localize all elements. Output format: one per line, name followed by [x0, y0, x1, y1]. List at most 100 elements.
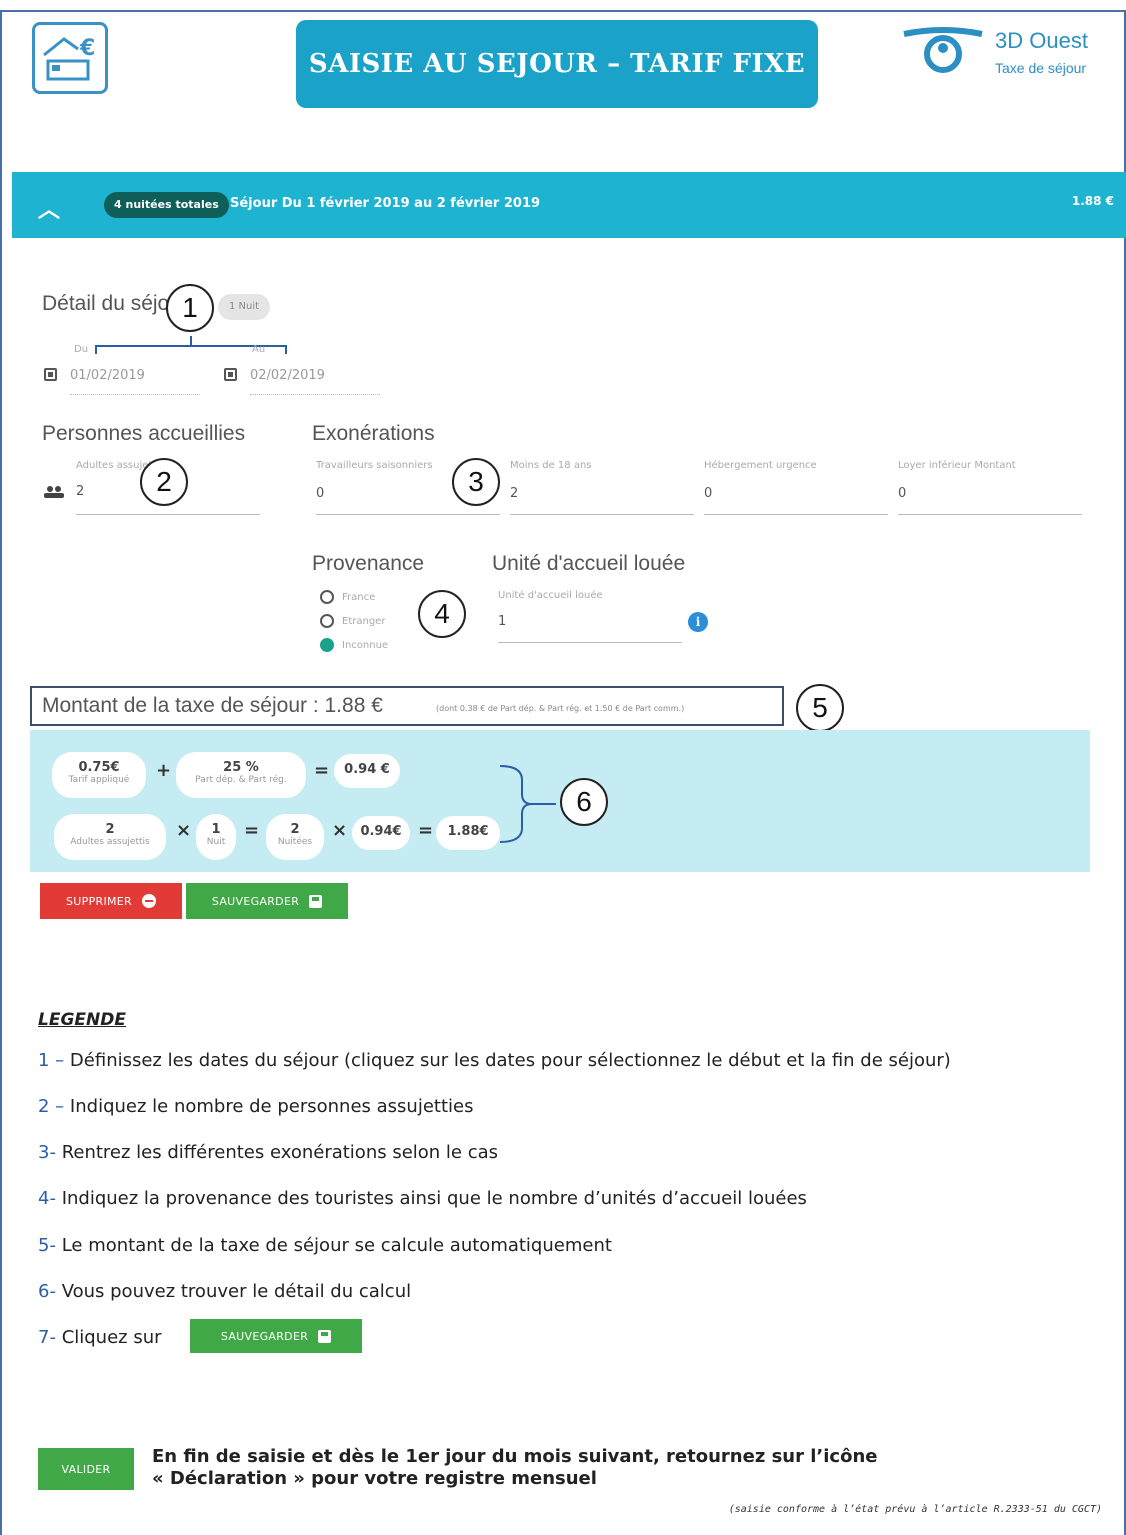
- tax-amount-breakdown: (dont 0.38 € de Part dép. & Part rég. et…: [436, 704, 685, 713]
- low-rent-label: Loyer inférieur Montant: [898, 460, 1016, 471]
- legend-item-6: 6- Vous pouvez trouver le détail du calc…: [38, 1281, 411, 1302]
- legend-text: Vous pouvez trouver le détail du calcul: [61, 1281, 412, 1302]
- rate-value: 0.75€: [78, 760, 120, 775]
- validate-button[interactable]: VALIDER: [38, 1448, 134, 1490]
- under-18-label: Moins de 18 ans: [510, 460, 592, 471]
- save-button[interactable]: SAUVEGARDER: [186, 883, 348, 919]
- guests-section-title: Personnes accueillies: [42, 422, 246, 445]
- calendar-icon[interactable]: [224, 368, 237, 381]
- legend-number: 1 –: [38, 1050, 65, 1071]
- share-bubble: 25 % Part dép. & Part rég.: [176, 752, 306, 798]
- radio-inconnue[interactable]: [320, 638, 334, 652]
- low-rent-input[interactable]: 0: [898, 486, 906, 501]
- units-field-label: Unité d'accueil louée: [498, 590, 603, 601]
- radio-france-label: France: [342, 592, 376, 603]
- legend-item-4: 4- Indiquez la provenance des touristes …: [38, 1188, 807, 1209]
- night-bubble: 1 Nuit: [196, 814, 236, 860]
- date-from-label: Du: [74, 344, 89, 355]
- info-icon[interactable]: i: [688, 612, 708, 632]
- brand-logo-icon: [903, 27, 983, 73]
- legend-item-3: 3- Rentrez les différentes exonérations …: [38, 1142, 498, 1163]
- adults-input[interactable]: 2: [76, 484, 84, 499]
- tax-amount-text: Montant de la taxe de séjour : 1.88 €: [42, 694, 383, 717]
- tax-amount-box: Montant de la taxe de séjour : 1.88 € (d…: [30, 686, 784, 726]
- equals-operator: =: [244, 820, 260, 841]
- date-to-input[interactable]: 02/02/2019: [250, 368, 325, 383]
- low-rent-underline: [898, 514, 1082, 515]
- legend-number: 2 –: [38, 1096, 65, 1117]
- units-section-title: Unité d'accueil louée: [492, 552, 686, 575]
- page-title: SAISIE AU SEJOUR – TARIF FIXE: [308, 49, 806, 79]
- page-title-banner: SAISIE AU SEJOUR – TARIF FIXE: [296, 20, 818, 108]
- calculation-detail-panel: 0.75€ Tarif appliqué + 25 % Part dép. & …: [30, 730, 1090, 872]
- annotation-marker-1: 1: [166, 284, 214, 332]
- adults-underline: [76, 514, 260, 515]
- subtotal-bubble: 0.94 €: [334, 754, 400, 788]
- rate-bubble: 0.75€ Tarif appliqué: [52, 752, 146, 798]
- legend-title: LEGENDE: [38, 1010, 126, 1030]
- minus-circle-icon: [141, 894, 156, 908]
- total-bubble: 1.88€: [436, 816, 500, 850]
- emergency-housing-input[interactable]: 0: [704, 486, 712, 501]
- annotation-marker-4: 4: [418, 590, 466, 638]
- emergency-housing-label: Hébergement urgence: [704, 460, 817, 471]
- seasonal-workers-input[interactable]: 0: [316, 486, 324, 501]
- legend-number: 3-: [38, 1142, 56, 1163]
- nights-count-badge: 1 Nuit: [218, 294, 270, 320]
- adults-bubble: 2 Adultes assujettis: [54, 814, 166, 860]
- date-from-input[interactable]: 01/02/2019: [70, 368, 145, 383]
- frame-border-left: [0, 10, 2, 1535]
- radio-france[interactable]: [320, 590, 334, 604]
- legend-item-7: 7- Cliquez sur: [38, 1327, 162, 1348]
- seasonal-workers-underline: [316, 514, 500, 515]
- stay-amount: 1.88 €: [1071, 194, 1114, 208]
- brand-block: 3D Ouest Taxe de séjour: [900, 24, 1110, 84]
- stay-summary-bar[interactable]: ︿ 4 nuitées totales Séjour Du 1 février …: [12, 172, 1126, 238]
- share-value: 25 %: [223, 760, 259, 775]
- emergency-housing-underline: [704, 514, 888, 515]
- chevron-up-icon[interactable]: ︿: [38, 192, 60, 224]
- svg-text:€: €: [79, 36, 95, 61]
- people-icon: [44, 486, 64, 498]
- under-18-input[interactable]: 2: [510, 486, 518, 501]
- units-underline: [498, 642, 682, 643]
- adults-label: Adultes assujettis: [70, 837, 150, 847]
- total-nights-badge: 4 nuitées totales: [104, 192, 229, 218]
- date-to-underline: [250, 394, 380, 395]
- radio-etranger[interactable]: [320, 614, 334, 628]
- brand-name: 3D Ouest: [995, 28, 1088, 53]
- annotation-marker-2: 2: [140, 458, 188, 506]
- floppy-disk-icon: [309, 894, 323, 908]
- equals-operator: =: [314, 760, 330, 781]
- seasonal-workers-label: Travailleurs saisonniers: [316, 460, 433, 471]
- annotation-marker-3: 3: [452, 458, 500, 506]
- annotation-marker-5: 5: [796, 684, 844, 732]
- date-from-underline: [70, 394, 200, 395]
- equals-operator: =: [418, 820, 434, 841]
- nights-total-value: 2: [290, 822, 300, 837]
- stay-dates-summary: Séjour Du 1 février 2019 au 2 février 20…: [230, 196, 541, 211]
- legend-text: Indiquez le nombre de personnes assujett…: [69, 1096, 474, 1117]
- date-to-label: Au: [252, 344, 266, 355]
- legend-text: Le montant de la taxe de séjour se calcu…: [61, 1235, 612, 1256]
- calendar-icon[interactable]: [44, 368, 57, 381]
- final-instruction: En fin de saisie et dès le 1er jour du m…: [152, 1446, 877, 1490]
- times-operator: ×: [176, 820, 192, 841]
- nights-total-label: Nuitées: [277, 837, 313, 847]
- units-input[interactable]: 1: [498, 614, 506, 629]
- hotel-tax-logo-icon: €: [32, 22, 108, 94]
- legend-number: 7-: [38, 1327, 56, 1348]
- legend-text: Définissez les dates du séjour (cliquez …: [69, 1050, 951, 1071]
- validate-button-label: VALIDER: [61, 1462, 111, 1476]
- save-button-example[interactable]: SAUVEGARDER: [190, 1319, 362, 1353]
- final-instruction-line-1: En fin de saisie et dès le 1er jour du m…: [152, 1446, 878, 1467]
- total-value: 1.88€: [447, 824, 489, 839]
- legend-item-5: 5- Le montant de la taxe de séjour se ca…: [38, 1235, 612, 1256]
- night-label: Nuit: [206, 837, 226, 847]
- rate-label: Tarif appliqué: [68, 775, 130, 785]
- delete-button[interactable]: SUPPRIMER: [40, 883, 182, 919]
- bracket-connector-6: [499, 765, 556, 843]
- legend-text: Cliquez sur: [61, 1327, 162, 1348]
- unit-rate-bubble: 0.94€: [352, 816, 410, 850]
- legend-number: 5-: [38, 1235, 56, 1256]
